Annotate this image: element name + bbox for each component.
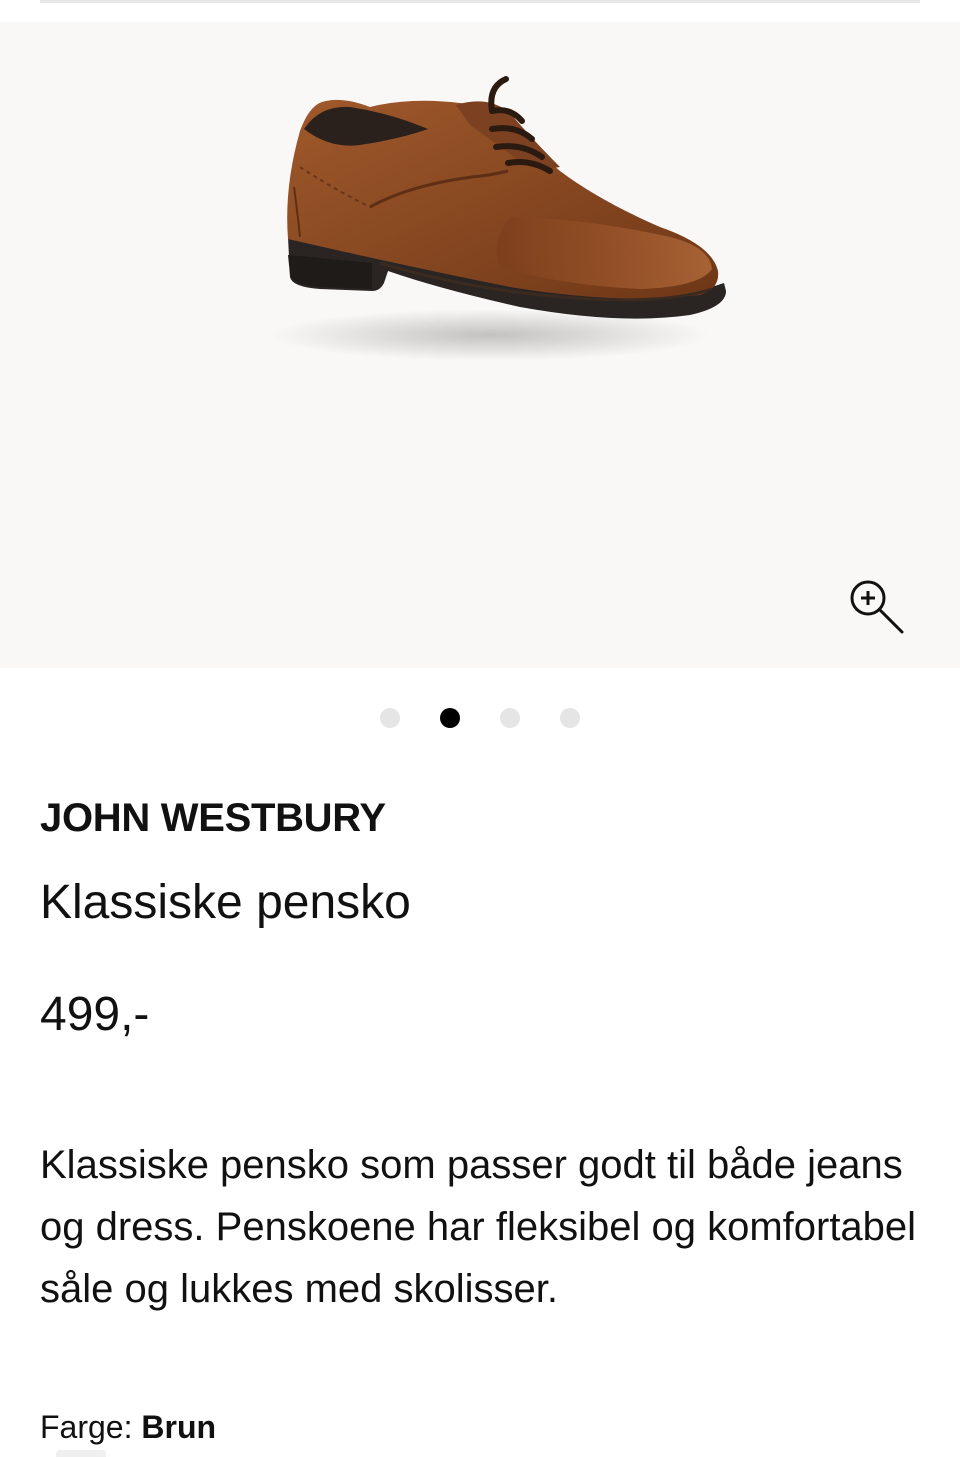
carousel-dot-1[interactable] [380,708,400,728]
product-title: Klassiske pensko [40,876,411,929]
brand-name[interactable]: JOHN WESTBURY [40,792,386,844]
color-swatch[interactable] [56,1450,106,1457]
product-image[interactable] [260,67,750,367]
zoom-button[interactable] [844,574,910,640]
color-selector-label: Farge: Brun [40,1406,216,1448]
product-image-gallery[interactable] [0,22,960,668]
carousel-dot-2-active[interactable] [440,708,460,728]
color-value: Brun [141,1409,217,1445]
carousel-dot-4[interactable] [560,708,580,728]
carousel-dot-3[interactable] [500,708,520,728]
product-description: Klassiske pensko som passer godt til båd… [40,1143,917,1311]
zoom-in-icon [850,580,904,634]
carousel-pagination [0,708,960,728]
color-label: Farge: [40,1409,133,1445]
top-divider [40,0,920,3]
product-price: 499,- [40,988,150,1041]
